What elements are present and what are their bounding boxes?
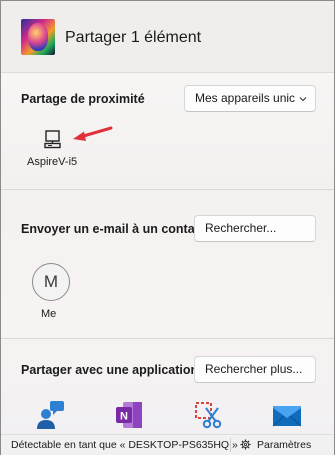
contact-search-button[interactable]: Rechercher... [194,215,316,242]
share-header: Partager 1 élément [1,1,334,73]
chevron-down-icon [299,97,307,102]
snipping-tool-icon[interactable] [192,399,224,431]
contact-avatar: M [32,263,70,301]
section-divider [1,189,334,190]
app-list: N [1,399,334,433]
desktop-pc-icon [44,130,61,149]
footer-separator [230,438,231,452]
email-contact-label: Envoyer un e-mail à un contact [21,222,206,236]
svg-text:N: N [120,411,128,423]
section-divider [1,338,334,339]
discoverable-status: Détectable en tant que « DESKTOP-PS635HQ… [11,439,238,451]
people-chat-icon[interactable] [35,399,67,431]
device-name: AspireV-i5 [27,156,78,168]
nearby-device-dropdown[interactable]: Mes appareils unic [184,85,316,112]
red-arrow-annotation [73,126,113,141]
contact-item-me[interactable]: M Me [32,263,72,320]
share-dialog: Partager 1 élément Partage de proximité … [0,0,335,455]
shared-item-thumbnail [21,19,55,55]
contact-name: Me [41,308,57,320]
share-with-app-label: Partager avec une application [21,363,199,377]
share-footer: Détectable en tant que « DESKTOP-PS635HQ… [1,434,334,455]
gear-icon[interactable] [240,439,251,450]
page-title: Partager 1 élément [65,29,202,46]
app-search-more-button[interactable]: Rechercher plus... [194,356,316,383]
dropdown-value: Mes appareils unic [195,91,296,105]
nearby-sharing-label: Partage de proximité [21,92,145,106]
onenote-icon[interactable]: N [113,399,145,431]
mail-icon[interactable] [271,399,303,431]
settings-link[interactable]: Paramètres [257,439,311,451]
